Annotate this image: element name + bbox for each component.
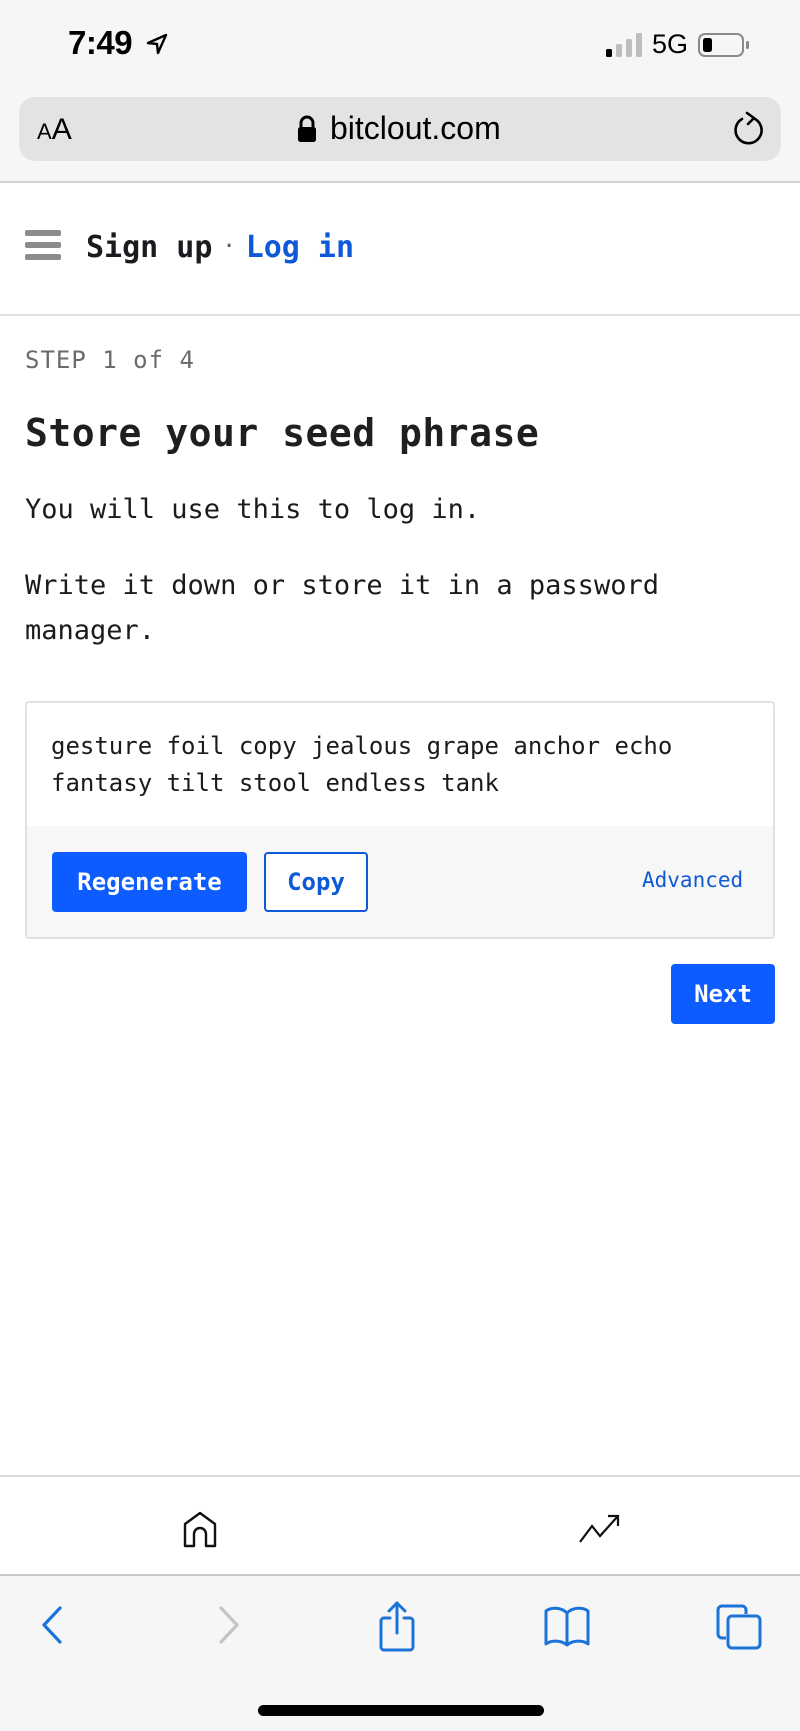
back-chevron-icon[interactable]: [38, 1605, 68, 1645]
battery-low-icon: [698, 33, 749, 57]
location-arrow-icon: [146, 33, 168, 55]
text-size-large-label: A: [51, 113, 72, 146]
trending-icon[interactable]: [578, 1512, 622, 1544]
regenerate-button[interactable]: Regenerate: [52, 852, 247, 912]
step-indicator: STEP 1 of 4: [25, 346, 195, 374]
instruction-text-1: You will use this to log in.: [25, 494, 481, 525]
network-type: 5G: [652, 29, 689, 59]
nav-divider: [0, 314, 800, 316]
reload-icon[interactable]: [731, 110, 767, 148]
cellular-signal-icon: [606, 33, 642, 57]
lock-icon: [298, 115, 316, 142]
home-icon[interactable]: [180, 1510, 220, 1550]
bookmarks-icon[interactable]: [543, 1605, 591, 1647]
instruction-text-2: Write it down or store it in a password …: [25, 570, 659, 646]
text-size-button[interactable]: AA: [37, 113, 72, 147]
seed-phrase-text[interactable]: gesture foil copy jealous grape anchor e…: [51, 728, 761, 802]
app-tab-bar: [0, 1477, 800, 1574]
text-size-small-label: A: [37, 119, 52, 144]
copy-button[interactable]: Copy: [264, 852, 368, 912]
auth-nav: Sign up · Log in: [86, 230, 354, 265]
next-button[interactable]: Next: [671, 964, 775, 1024]
forward-chevron-icon[interactable]: [213, 1605, 243, 1645]
hamburger-menu-icon[interactable]: [25, 230, 61, 264]
share-icon[interactable]: [376, 1600, 418, 1652]
signup-link[interactable]: Sign up: [86, 230, 212, 265]
page-title: Store your seed phrase: [25, 411, 540, 455]
url-text[interactable]: bitclout.com: [330, 110, 501, 147]
home-indicator: [258, 1705, 544, 1716]
login-link[interactable]: Log in: [246, 230, 354, 265]
status-time: 7:49: [68, 24, 133, 61]
advanced-link[interactable]: Advanced: [642, 868, 743, 892]
tabs-icon[interactable]: [716, 1604, 762, 1650]
nav-separator: ·: [222, 234, 236, 259]
